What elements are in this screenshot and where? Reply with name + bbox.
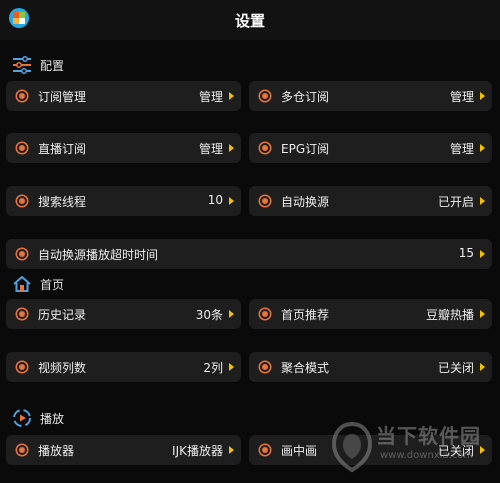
play-icon <box>12 408 32 428</box>
watermark-text: 当下软件园 <box>376 424 481 448</box>
setting-label: 画中画 <box>281 444 318 458</box>
arrow-right-icon <box>229 197 234 205</box>
arrow-right-icon <box>480 197 485 205</box>
arrow-right-icon <box>229 92 234 100</box>
home-icon <box>12 274 32 294</box>
setting-label: 播放器 <box>38 444 75 458</box>
setting-video-columns[interactable]: 视频列数 2列 <box>6 352 241 382</box>
bullet-icon <box>260 196 270 206</box>
setting-auto-switch-timeout[interactable]: 自动换源播放超时时间 15 <box>6 239 492 269</box>
setting-multi-repo[interactable]: 多仓订阅 管理 <box>249 81 492 111</box>
arrow-right-icon <box>229 446 234 454</box>
bullet-icon <box>17 196 27 206</box>
setting-label: 首页推荐 <box>281 308 330 322</box>
arrow-right-icon <box>480 310 485 318</box>
arrow-right-icon <box>480 92 485 100</box>
setting-value: 已开启 <box>437 195 474 209</box>
setting-value: 10 <box>207 193 223 207</box>
setting-value: 2列 <box>203 361 223 375</box>
setting-value: 管理 <box>198 142 223 156</box>
bullet-icon <box>260 309 270 319</box>
setting-value: IJK播放器 <box>172 444 223 458</box>
watermark-logo-icon <box>331 421 373 473</box>
section-config: 配置 <box>12 55 64 75</box>
sliders-icon <box>12 55 32 75</box>
section-home: 首页 <box>12 274 64 294</box>
bullet-icon <box>17 362 27 372</box>
setting-value: 豆瓣热播 <box>425 308 474 322</box>
bullet-icon <box>260 143 270 153</box>
section-playback: 播放 <box>12 408 64 428</box>
setting-label: 搜索线程 <box>38 195 87 209</box>
setting-value: 已关闭 <box>437 361 474 375</box>
setting-label: 自动换源播放超时时间 <box>38 248 159 262</box>
setting-label: 订阅管理 <box>38 90 87 104</box>
setting-history[interactable]: 历史记录 30条 <box>6 299 241 329</box>
arrow-right-icon <box>480 144 485 152</box>
section-label: 播放 <box>40 411 65 426</box>
setting-auto-switch[interactable]: 自动换源 已开启 <box>249 186 492 216</box>
setting-label: EPG订阅 <box>281 142 330 156</box>
bullet-icon <box>17 249 27 259</box>
title-bar: 设置 <box>0 0 500 40</box>
setting-epg[interactable]: EPG订阅 管理 <box>249 133 492 163</box>
page-title: 设置 <box>234 12 265 30</box>
setting-subscription[interactable]: 订阅管理 管理 <box>6 81 241 111</box>
setting-value: 管理 <box>449 90 474 104</box>
setting-label: 历史记录 <box>38 308 87 322</box>
bullet-icon <box>17 445 27 455</box>
setting-value: 管理 <box>449 142 474 156</box>
setting-label: 视频列数 <box>38 361 87 375</box>
setting-player[interactable]: 播放器 IJK播放器 <box>6 435 241 465</box>
setting-value: 15 <box>458 246 474 260</box>
bullet-icon <box>260 91 270 101</box>
bullet-icon <box>260 362 270 372</box>
setting-value: 30条 <box>195 308 223 322</box>
bullet-icon <box>17 143 27 153</box>
setting-label: 聚合模式 <box>281 361 330 375</box>
bullet-icon <box>17 309 27 319</box>
watermark: 当下软件园 www.downxia.com <box>330 418 500 478</box>
bullet-icon <box>17 91 27 101</box>
setting-live[interactable]: 直播订阅 管理 <box>6 133 241 163</box>
setting-value: 管理 <box>198 90 223 104</box>
arrow-right-icon <box>229 144 234 152</box>
setting-search-threads[interactable]: 搜索线程 10 <box>6 186 241 216</box>
arrow-right-icon <box>229 363 234 371</box>
setting-label: 自动换源 <box>281 195 330 209</box>
arrow-right-icon <box>229 310 234 318</box>
section-label: 配置 <box>40 58 65 73</box>
setting-home-recommend[interactable]: 首页推荐 豆瓣热播 <box>249 299 492 329</box>
arrow-right-icon <box>480 363 485 371</box>
setting-label: 直播订阅 <box>38 142 87 156</box>
setting-aggregate-mode[interactable]: 聚合模式 已关闭 <box>249 352 492 382</box>
bullet-icon <box>260 445 270 455</box>
section-label: 首页 <box>40 277 65 292</box>
watermark-url: www.downxia.com <box>380 450 474 461</box>
arrow-right-icon <box>480 250 485 258</box>
setting-label: 多仓订阅 <box>281 90 330 104</box>
